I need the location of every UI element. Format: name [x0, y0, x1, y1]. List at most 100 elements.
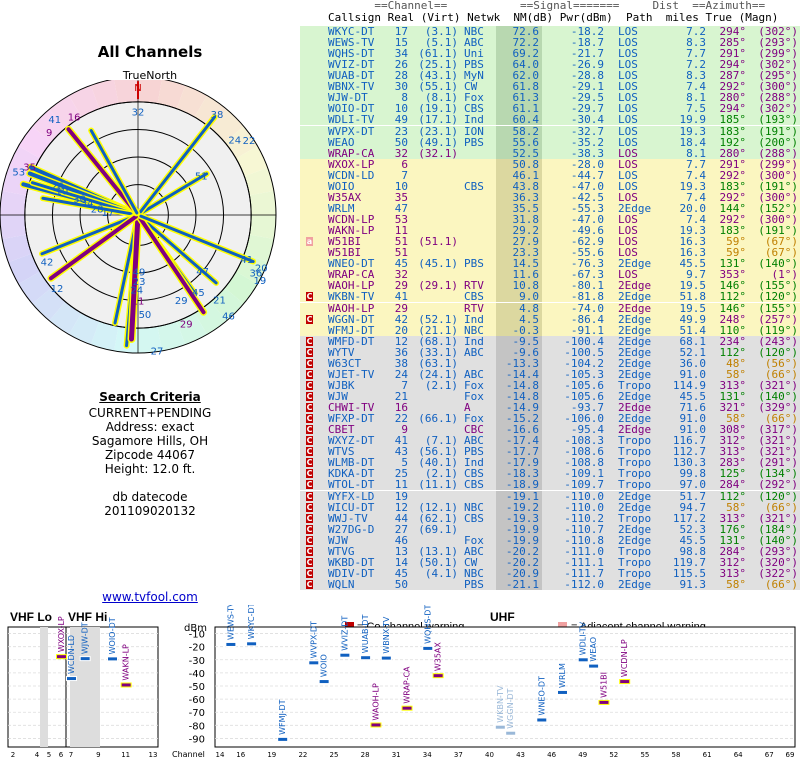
co-channel-warning-icon: C — [306, 358, 313, 368]
bar-station-label: WEAO — [589, 637, 598, 662]
table-cell: 50 — [394, 135, 408, 149]
channel-tick-label: 52 — [609, 751, 618, 759]
table-row[interactable]: C W63CT 38 (63.1) -13.3 -104.2 2Edge 36.0 48° (56… — [300, 357, 800, 369]
co-channel-warning-icon: C — [306, 447, 313, 457]
signal-bar-chart: = Co-channel warning= Adjacent channel w… — [0, 601, 800, 768]
table-cell: RTV — [464, 301, 484, 315]
table-row[interactable]: WEAO 50 (49.1) PBS 55.6 -35.2 LOS 18.4 192° (200°… — [300, 135, 800, 149]
polar-channel-label: 47 — [196, 267, 209, 278]
signal-bar — [121, 683, 131, 687]
table-row[interactable]: WRAP-CA 32 (32.1) 52.5 -38.3 LOS 8.1 280° (288°) — [300, 146, 800, 160]
table-row[interactable]: C CHWI-TV 16 A -14.9 -93.7 2Edge 71.6 321° (329°) — [300, 402, 800, 414]
table-cell: WEAO — [328, 135, 355, 149]
table-row[interactable]: a W51BI 51 (51.1) 27.9 -62.9 LOS 16.3 59° (67°) — [300, 236, 800, 248]
table-row[interactable]: WFMJ-DT 20 (21.1) NBC -0.3 -91.1 2Edge 51.4 110°… — [300, 323, 800, 337]
y-tick-label: -80 — [189, 721, 205, 732]
table-cell: 110° — [719, 323, 747, 337]
table-cell: -110.0 — [564, 500, 604, 514]
table-cell: (66.1) — [418, 412, 458, 426]
co-channel-warning-icon: C — [306, 546, 313, 556]
search-criteria: Search Criteria CURRENT+PENDING Address:… — [0, 390, 300, 518]
channel-tick-label: 64 — [734, 751, 743, 759]
table-cell: 185° — [719, 113, 747, 127]
table-row[interactable]: WVPX-DT 23 (23.1) ION 58.2 -32.7 LOS 19.3 183° (1… — [300, 124, 800, 138]
channel-tick-label: 37 — [454, 751, 463, 759]
polar-channel-label: 29 — [180, 319, 193, 330]
polar-channel-label: 51 — [195, 172, 208, 183]
channel-axis-label: Channel — [172, 750, 205, 759]
channel-tick-label: 40 — [485, 751, 494, 759]
table-row[interactable]: C WTOL-DT 11 (11.1) CBS -18.9 -109.7 Tropo 97.0 2… — [300, 478, 800, 492]
table-cell: (12.1) — [418, 500, 458, 514]
table-cell: (69.1) — [418, 522, 458, 536]
table-cell: 49.9 — [679, 312, 707, 326]
table-cell: CBS — [464, 179, 484, 193]
table-row[interactable]: C WGGN-DT 42 (52.1) Ind 4.5 -86.4 2Edge 49.9 248°… — [300, 312, 800, 326]
table-cell: 183° — [719, 124, 747, 138]
table-cell: -91.1 — [570, 323, 604, 337]
table-cell: (120°) — [758, 290, 798, 304]
channel-tick-label: 2 — [11, 751, 15, 759]
bar-station-label: WNEO-DT — [537, 676, 546, 716]
table-cell: 313° — [719, 511, 747, 525]
table-cell: NBC — [464, 500, 484, 514]
polar-channel-label: 19 — [253, 276, 266, 287]
channel-tick-label: 9 — [96, 751, 100, 759]
bar-station-label: WXOX-LP — [57, 616, 66, 652]
table-cell: 112° — [719, 489, 747, 503]
table-cell: 112° — [719, 290, 747, 304]
tvfool-link[interactable]: www.tvfool.com — [0, 590, 300, 604]
table-cell: Tropo — [618, 511, 652, 525]
table-row[interactable]: WAKN-LP 11 29.2 -49.6 LOS 19.3 183° (191°) — [300, 225, 800, 237]
table-cell: 32 — [394, 146, 408, 160]
signal-bar — [495, 725, 505, 729]
table-cell: NBC — [464, 323, 484, 337]
table-row[interactable]: C WYTV 36 (33.1) ABC -9.6 -100.5 2Edge 52.1 112°(… — [300, 346, 800, 358]
table-cell: 192° — [719, 135, 747, 149]
y-tick-label: -30 — [189, 656, 205, 667]
table-row[interactable]: C WDIV-DT 45 (4.1) NBC -20.9 -111.7 Tropo 115.5 3… — [300, 567, 800, 579]
signal-bar — [558, 690, 567, 694]
bar-station-label: WVIZ-DT — [340, 616, 349, 651]
bar-station-label: WRLM — [558, 663, 567, 688]
polar-channel-label: 29 — [175, 296, 188, 307]
search-criteria-heading: Search Criteria — [99, 390, 201, 404]
table-row[interactable]: C WKBN-TV 41 CBS 9.0 -81.8 2Edge 51.8 112° (120°) — [300, 290, 800, 304]
y-tick-label: -10 — [189, 630, 205, 641]
left-panel: All Channels TrueNorth N 32 38 22 24 51 41 16 9 5… — [0, 0, 300, 615]
table-row[interactable]: C WICU-DT 12 (12.1) NBC -19.2 -110.0 2Edge 94.7 5… — [300, 500, 800, 514]
co-channel-warning-icon: C — [306, 502, 313, 512]
co-channel-warning-icon: C — [306, 425, 313, 435]
table-cell: 51.8 — [679, 290, 707, 304]
table-row[interactable]: C WYFX-LD 19 -19.1 -110.0 2Edge 51.7 112° (120°) — [300, 489, 800, 503]
table-row[interactable]: C WWJ-TV 44 (62.1) CBS -19.3 -110.2 Tropo 117.2 3… — [300, 511, 800, 525]
co-channel-warning-icon: C — [306, 391, 313, 401]
table-cell: (321°) — [758, 511, 798, 525]
polar-channel-label: 41 — [48, 115, 61, 126]
table-cell: WTOL-DT — [328, 478, 375, 492]
table-cell: -19.2 — [505, 500, 539, 514]
table-cell: 44 — [394, 511, 408, 525]
table-cell: 2Edge — [618, 301, 652, 315]
table-cell: WQLN — [328, 578, 355, 591]
co-channel-warning-icon: C — [306, 369, 313, 379]
table-cell: (49.1) — [418, 135, 458, 149]
signal-bar — [433, 674, 443, 678]
bar-chart-svg: = Co-channel warning= Adjacent channel w… — [7, 601, 796, 759]
polar-channel-label: 45 — [192, 288, 205, 299]
table-cell: WDLI-TV — [328, 113, 375, 127]
table-cell — [410, 192, 458, 203]
table-cell: (11.1) — [418, 478, 458, 492]
table-cell: (32.1) — [418, 146, 458, 160]
table-row[interactable]: WAOH-LP 29 RTV 4.8 -74.0 2Edge 19.5 146° (155°) — [300, 301, 800, 315]
table-row[interactable]: WDLI-TV 49 (17.1) Ind 60.4 -30.4 LOS 19.9 185° (1… — [300, 113, 800, 127]
channel-tick-label: 69 — [786, 751, 795, 759]
table-cell: 58° — [726, 500, 746, 514]
table-cell — [410, 291, 458, 302]
co-channel-warning-icon: C — [306, 458, 313, 468]
table-cell: -32.7 — [570, 124, 604, 138]
table-row[interactable]: C WQLN 50 PBS -21.1 -112.0 2Edge 91.3 58° (66°) — [300, 579, 800, 590]
co-channel-warning-icon: C — [306, 524, 313, 534]
north-marker: N — [134, 83, 141, 94]
table-cell — [410, 491, 458, 502]
